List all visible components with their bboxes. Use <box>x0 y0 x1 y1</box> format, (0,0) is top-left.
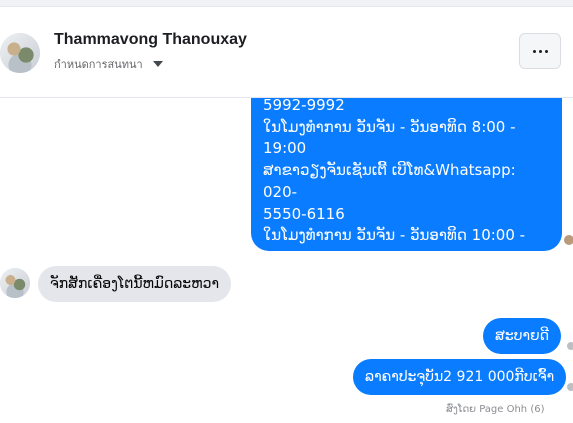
delivered-indicator <box>567 342 573 350</box>
delivered-indicator <box>567 383 573 391</box>
outgoing-message-hello: ສະບາຍດີ <box>483 318 561 354</box>
caret-down-icon <box>152 61 163 67</box>
conversation-header: Thammavong Thanouxay กำหนดการสนทนา <box>0 7 573 98</box>
more-icon <box>532 49 548 53</box>
contact-avatar[interactable] <box>0 33 40 73</box>
conversation-panel: 5992-9992 ໃນໂມງທຳການ ວັນຈັນ - ວັນອາທິດ 8… <box>0 6 573 423</box>
avatar-photo <box>0 33 40 73</box>
incoming-avatar[interactable] <box>0 268 30 298</box>
incoming-message: ຈັກສັກເຄື່ອງໂຕນີ້ຫມົດລະຫວາ <box>38 266 232 302</box>
conversation-settings-label: กำหนดการสนทนา <box>54 58 143 71</box>
outgoing-message-price: ລາຄາປະຈຸບັນ2 921 000ກີບເຈົ້າ <box>353 359 567 395</box>
conversation-settings-dropdown[interactable]: กำหนดการสนทนา <box>54 55 163 73</box>
avatar-photo <box>0 268 30 298</box>
sent-by-note: ສົ່ງໂດຍ Page Ohh (6) <box>446 404 545 415</box>
seen-indicator-avatar <box>564 235 573 245</box>
messenger-window: 5992-9992 ໃນໂມງທຳການ ວັນຈັນ - ວັນອາທິດ 8… <box>0 0 573 423</box>
contact-name[interactable]: Thammavong Thanouxay <box>54 31 247 49</box>
more-options-button[interactable] <box>519 33 561 69</box>
